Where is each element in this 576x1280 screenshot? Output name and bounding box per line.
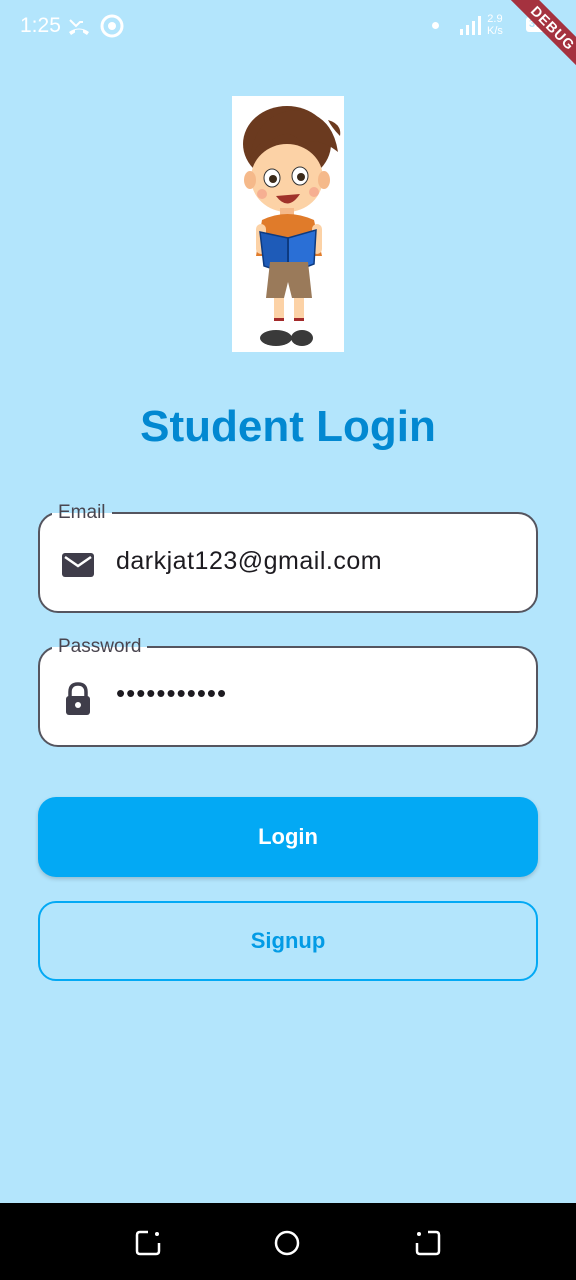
- email-icon: [62, 553, 94, 577]
- home-icon[interactable]: [273, 1229, 301, 1257]
- signal-icon: [460, 16, 481, 35]
- dot-icon: [432, 22, 439, 29]
- back-icon[interactable]: [414, 1229, 442, 1257]
- debug-banner: DEBUG: [486, 0, 576, 90]
- missed-call-icon: [69, 19, 89, 35]
- password-label: Password: [52, 634, 148, 660]
- app-notification-icon: [100, 14, 124, 38]
- student-reading-illustration: [232, 96, 344, 352]
- status-time: 1:25: [20, 14, 61, 37]
- login-button[interactable]: Login: [38, 797, 538, 877]
- email-field[interactable]: Email darkjat123@gmail.com: [38, 500, 538, 613]
- recent-apps-icon[interactable]: [134, 1229, 162, 1257]
- password-field[interactable]: Password •••••••••••: [38, 634, 538, 747]
- signup-button[interactable]: Signup: [38, 901, 538, 981]
- email-label: Email: [52, 500, 112, 526]
- page-title: Student Login: [140, 402, 436, 451]
- navigation-bar: [0, 1203, 576, 1280]
- email-value: darkjat123@gmail.com: [116, 547, 383, 575]
- lock-icon: [66, 682, 90, 715]
- password-value: •••••••••••: [116, 678, 228, 708]
- debug-label: DEBUG: [499, 0, 576, 82]
